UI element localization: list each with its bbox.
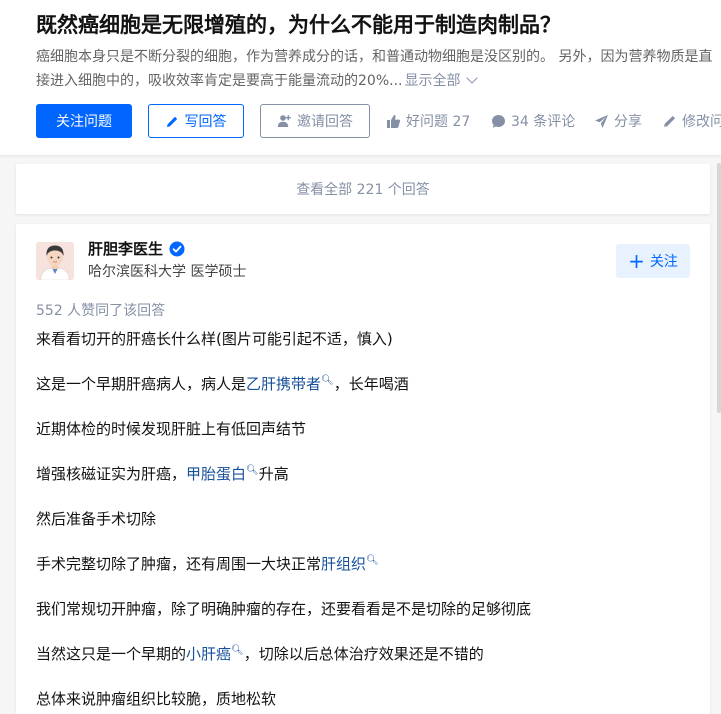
follow-author-label: 关注 [649, 254, 678, 270]
search-icon: 🔍︎ [231, 645, 244, 656]
add-person-icon [277, 114, 291, 128]
answer-paragraph: 我们常规切开肿瘤，除了明确肿瘤的存在，还要看看是不是切除的足够彻底 [36, 600, 532, 618]
question-title: 既然癌细胞是无限增殖的，为什么不能用于制造肉制品？ [36, 13, 561, 37]
verified-badge-icon [169, 241, 185, 257]
plus-icon: + [628, 249, 645, 273]
question-actions: 关注问题 写回答 邀请回答 好问题 27 34 条评论 分享 修改问 [36, 104, 721, 138]
avatar[interactable] [36, 242, 74, 280]
keyword-link[interactable]: 小肝癌🔍︎ [186, 645, 244, 663]
author-name-text: 肝胆李医生 [88, 240, 164, 258]
keyword-link-text: 甲胎蛋白 [186, 465, 247, 483]
share-button[interactable]: 分享 [594, 104, 642, 138]
answer-card: 肝胆李医生 哈尔滨医科大学 医学硕士 + 关注 552 人赞同了该回答 来看看切… [16, 224, 710, 714]
invite-answer-label: 邀请回答 [297, 114, 353, 130]
answer-paragraph: 当然这只是一个早期的小肝癌🔍︎，切除以后总体治疗效果还是不错的 [36, 644, 484, 664]
edit-question-button[interactable]: 修改问 [663, 104, 721, 138]
paragraph-text: 手术完整切除了肿瘤，还有周围一大块正常 [36, 555, 322, 573]
comment-icon [491, 114, 506, 129]
answer-paragraph: 然后准备手术切除 [36, 510, 157, 528]
write-answer-label: 写回答 [184, 114, 227, 130]
keyword-link-text: 乙肝携带者 [246, 375, 322, 393]
question-description: 癌细胞本身只是不断分裂的细胞，作为营养成分的话，和普通动物细胞是没区别的。 另外… [36, 45, 718, 93]
answer-paragraph: 来看看切开的肝癌长什么样(图片可能引起不适，慎入) [36, 330, 393, 348]
scrollbar[interactable] [717, 163, 721, 413]
search-icon: 🔍︎ [366, 555, 379, 566]
pencil-icon [166, 115, 179, 128]
show-all-link[interactable]: 显示全部 [404, 73, 460, 89]
comments-label: 34 条评论 [511, 114, 576, 130]
paragraph-text: 增强核磁证实为肝癌， [36, 465, 187, 483]
good-question-label: 好问题 27 [406, 114, 471, 130]
view-all-answers-label: 查看全部 221 个回答 [296, 182, 430, 198]
pencil-icon [663, 114, 677, 128]
paragraph-text: ，切除以后总体治疗效果还是不错的 [243, 645, 484, 663]
view-all-answers-button[interactable]: 查看全部 221 个回答 [16, 164, 710, 214]
follow-question-button[interactable]: 关注问题 [36, 104, 132, 138]
keyword-link[interactable]: 肝组织🔍︎ [321, 555, 379, 573]
question-header: 既然癌细胞是无限增殖的，为什么不能用于制造肉制品？ 癌细胞本身只是不断分裂的细胞… [0, 0, 721, 155]
paragraph-text: ，长年喝酒 [333, 375, 409, 393]
share-label: 分享 [614, 114, 642, 130]
chevron-down-icon[interactable] [466, 72, 479, 84]
paragraph-text: 这是一个早期肝癌病人，病人是 [36, 375, 247, 393]
search-icon: 🔍︎ [321, 375, 334, 386]
share-icon [594, 114, 609, 129]
keyword-link[interactable]: 乙肝携带者🔍︎ [246, 375, 334, 393]
vote-count: 552 人赞同了该回答 [36, 303, 166, 319]
invite-answer-button[interactable]: 邀请回答 [260, 104, 370, 138]
answer-paragraph: 近期体检的时候发现肝脏上有低回声结节 [36, 420, 307, 438]
keyword-link-text: 小肝癌 [186, 645, 232, 663]
search-icon: 🔍︎ [246, 465, 259, 476]
keyword-link-text: 肝组织 [321, 555, 367, 573]
question-desc-text: 癌细胞本身只是不断分裂的细胞，作为营养成分的话，和普通动物细胞是没区别的。 另外… [36, 49, 713, 89]
follow-question-label: 关注问题 [56, 114, 112, 130]
author-bio: 哈尔滨医科大学 医学硕士 [88, 264, 247, 280]
thumbs-up-icon [386, 114, 401, 129]
answer-paragraph: 这是一个早期肝癌病人，病人是乙肝携带者🔍︎，长年喝酒 [36, 374, 409, 394]
keyword-link[interactable]: 甲胎蛋白🔍︎ [186, 465, 259, 483]
answer-paragraph: 手术完整切除了肿瘤，还有周围一大块正常肝组织🔍︎ [36, 554, 379, 574]
follow-author-button[interactable]: + 关注 [616, 244, 690, 278]
paragraph-text: 升高 [258, 465, 289, 483]
edit-question-label: 修改问 [682, 114, 721, 130]
answer-paragraph: 增强核磁证实为肝癌，甲胎蛋白🔍︎升高 [36, 464, 289, 484]
answer-paragraph: 总体来说肿瘤组织比较脆，质地松软 [36, 690, 277, 708]
write-answer-button[interactable]: 写回答 [148, 104, 244, 138]
good-question-button[interactable]: 好问题 27 [386, 104, 470, 138]
author-name[interactable]: 肝胆李医生 [88, 238, 185, 259]
comments-button[interactable]: 34 条评论 [491, 104, 575, 138]
paragraph-text: 当然这只是一个早期的 [36, 645, 187, 663]
